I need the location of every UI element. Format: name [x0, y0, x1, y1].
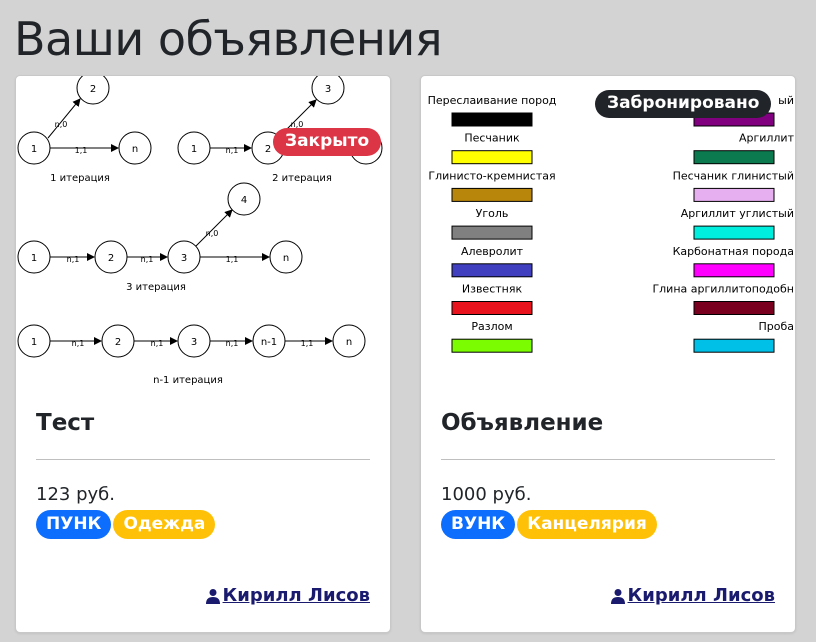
graph-edge-label: n,0 [55, 120, 68, 129]
user-icon [610, 588, 625, 604]
legend-label: Проба [758, 320, 794, 333]
user-icon [205, 588, 220, 604]
graph-edge-label: n,1 [72, 339, 85, 348]
tag-university[interactable]: ВУНК [441, 510, 516, 540]
legend-label: Алевролит [461, 245, 524, 258]
graph-node-label: 1 [191, 144, 197, 155]
legend-label: Глина аргиллитоподобн [652, 283, 794, 296]
author[interactable]: Кирилл Лисов [205, 585, 370, 606]
tag-list: ВУНК Канцелярия [441, 510, 659, 540]
graph-node-label: 1 [31, 253, 37, 264]
legend-label: Аргиллит углистый [681, 207, 794, 220]
graph-caption: 3 итерация [126, 282, 186, 293]
graph-node-label: n-1 [261, 337, 277, 348]
graph-caption: 2 итерация [272, 173, 332, 184]
tag-category[interactable]: Одежда [113, 510, 216, 540]
legend-swatch [693, 150, 775, 165]
legend-swatch [693, 301, 775, 315]
divider [441, 459, 775, 460]
author-link[interactable]: Кирилл Лисов [628, 585, 775, 606]
graph-caption: n-1 итерация [153, 375, 223, 386]
tag-list: ПУНК Одежда [36, 510, 217, 540]
legend-label: Глинисто-кремнистая [428, 169, 555, 182]
legend-label: ый [778, 94, 794, 107]
legend-label: Карбонатная порода [673, 245, 794, 258]
graph-edge-label: 1,1 [226, 255, 239, 264]
tag-university[interactable]: ПУНК [36, 510, 112, 540]
status-badge: Забронировано [595, 90, 772, 119]
graph-node-label: 3 [325, 84, 331, 95]
graph-edge-label: n,0 [206, 229, 219, 238]
listing-card[interactable]: 1 2 n 1 2 3 1 2 3 4 n 1 2 3 n-1 n n,0 1,… [15, 75, 391, 633]
legend-label: Известняк [462, 283, 523, 296]
graph-caption: 1 итерация [50, 173, 110, 184]
graph-node-label: 2 [115, 337, 121, 348]
legend-swatch [693, 225, 775, 240]
listing-card[interactable]: Переслаивание пород Песчаник Глинисто-крем… [420, 75, 796, 633]
status-badge: Закрыто [273, 128, 382, 157]
legend-label: Уголь [476, 207, 509, 220]
legend-label: Песчаник [464, 132, 520, 145]
legend-swatch [451, 338, 533, 353]
legend-swatch [451, 225, 533, 240]
graph-edge-label: n,1 [67, 255, 80, 264]
graph-node-label: n [132, 144, 138, 155]
legend-swatch [693, 187, 775, 202]
legend-swatch [451, 263, 533, 278]
graph-node-label: n [346, 337, 352, 348]
divider [36, 459, 370, 460]
listing-image-legend: Переслаивание пород Песчаник Глинисто-крем… [428, 94, 795, 353]
legend-left: Переслаивание пород Песчаник Глинисто-крем… [428, 94, 557, 353]
graph-node-label: 1 [31, 144, 37, 155]
legend-swatch [451, 187, 533, 202]
graph-node-label: n [283, 253, 289, 264]
legend-swatch [693, 338, 775, 353]
legend-label: Песчаник глинистый [673, 169, 794, 182]
card-price: 123 руб. [36, 484, 115, 505]
author-link[interactable]: Кирилл Лисов [223, 585, 370, 606]
graph-edge-label: 1,1 [75, 146, 88, 155]
graph-node-label: 2 [265, 144, 271, 155]
card-price: 1000 руб. [441, 484, 532, 505]
graph-edge-label: n,1 [151, 339, 164, 348]
legend-swatch [451, 112, 533, 127]
legend-label: Разлом [471, 320, 512, 333]
page-title: Ваши объявления [14, 12, 443, 66]
legend-label: Аргиллит [739, 132, 795, 145]
graph-node-label: 4 [241, 195, 247, 206]
author[interactable]: Кирилл Лисов [610, 585, 775, 606]
graph-edge-label: 1,1 [301, 339, 314, 348]
card-title[interactable]: Тест [36, 410, 94, 436]
legend-right: ый Аргиллит Песчаник глинистый Аргиллит угл… [652, 94, 795, 353]
graph-node-label: 1 [31, 337, 37, 348]
legend-swatch [693, 263, 775, 278]
tag-category[interactable]: Канцелярия [517, 510, 657, 540]
graph-node-label: 2 [90, 84, 96, 95]
card-title[interactable]: Объявление [441, 410, 603, 436]
legend-swatch [451, 150, 533, 165]
graph-edge-label: n,1 [226, 146, 239, 155]
listing-image-graph: 1 2 n 1 2 3 1 2 3 4 n 1 2 3 n-1 n n,0 1,… [17, 76, 383, 386]
graph-edge-label: n,1 [226, 339, 239, 348]
graph-node-label: 2 [108, 253, 114, 264]
legend-swatch [451, 301, 533, 315]
graph-node-label: 3 [191, 337, 197, 348]
legend-label: Переслаивание пород [428, 94, 557, 107]
graph-node-label: 3 [181, 253, 187, 264]
graph-edge-label: n,1 [141, 255, 154, 264]
